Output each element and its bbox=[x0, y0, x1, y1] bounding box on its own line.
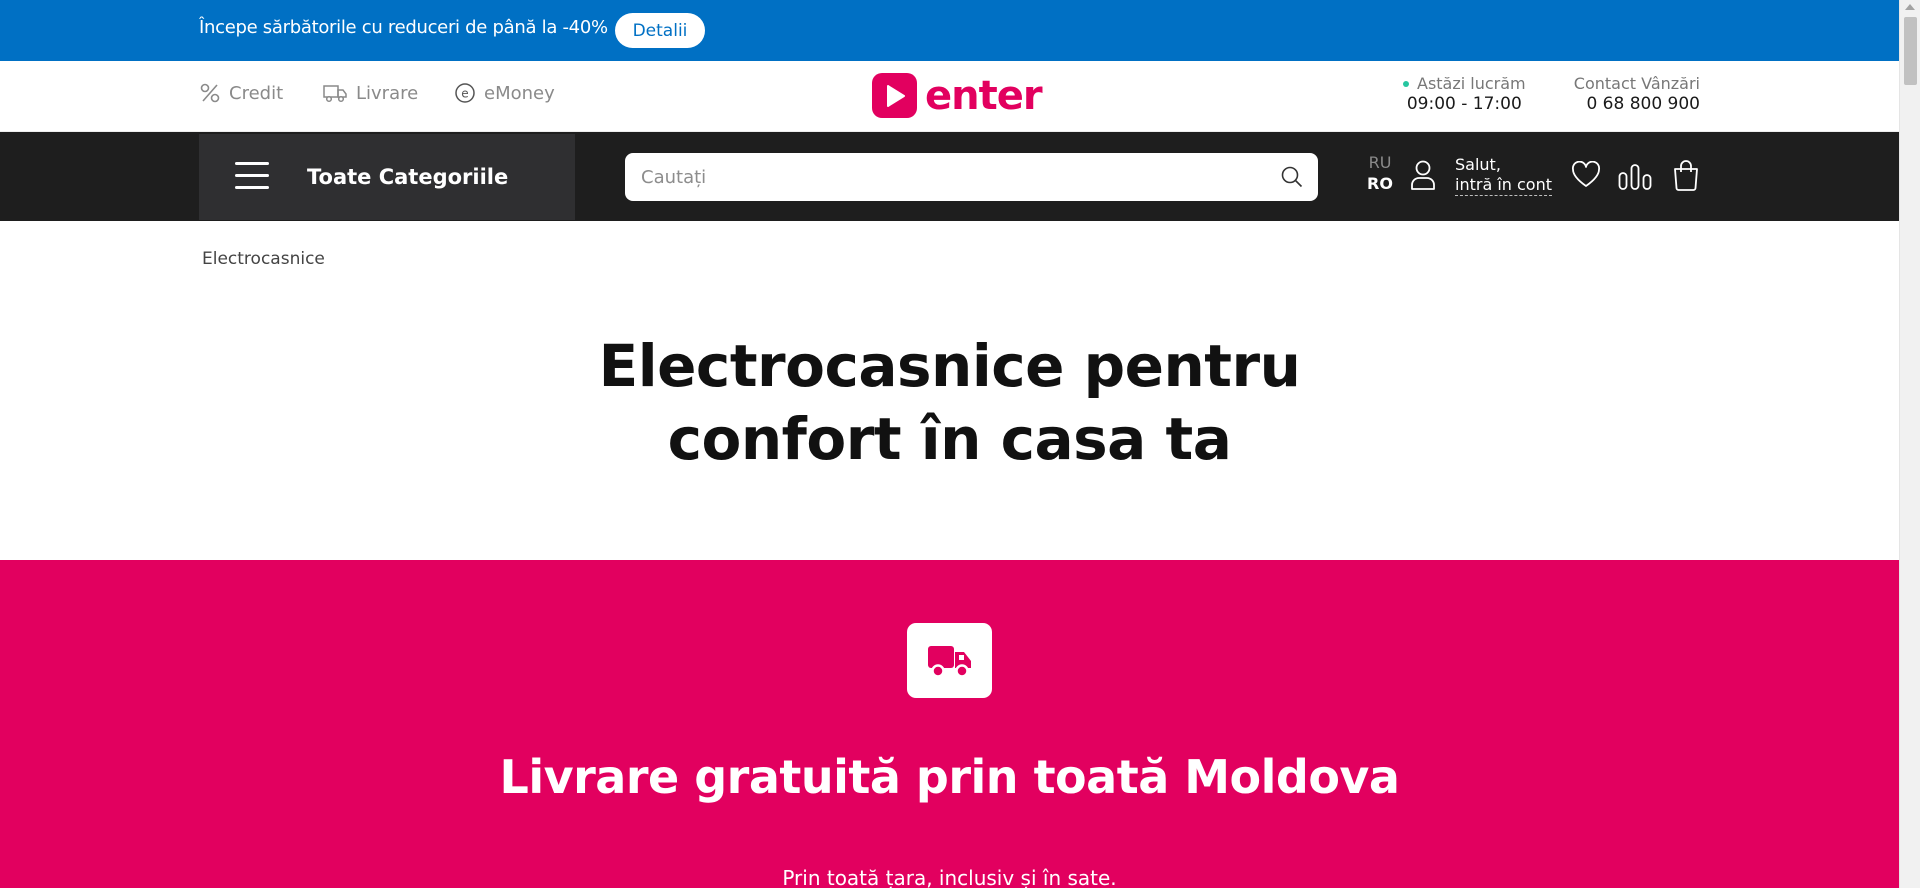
page-title: Electrocasnice pentru confort în casa ta bbox=[0, 330, 1899, 476]
hours-value: 09:00 - 17:00 bbox=[1406, 94, 1522, 114]
logo-text: enter bbox=[925, 72, 1043, 119]
emoney-label: eMoney bbox=[484, 82, 555, 104]
scroll-up-arrow-icon[interactable] bbox=[1905, 4, 1915, 10]
enter-logo[interactable]: enter bbox=[872, 72, 1043, 119]
truck-icon bbox=[323, 85, 347, 103]
page: Începe sărbătorile cu reduceri de până l… bbox=[0, 0, 1899, 888]
scroll-thumb[interactable] bbox=[1904, 17, 1917, 85]
user-icon[interactable] bbox=[1409, 159, 1437, 191]
percent-icon bbox=[200, 83, 220, 103]
credit-link[interactable]: Credit bbox=[199, 82, 283, 104]
lang-ro[interactable]: RO bbox=[1367, 174, 1393, 193]
main-navbar: Toate Categoriile RU RO Salut, intră în … bbox=[0, 132, 1899, 221]
sales-contact: Contact Vânzări 0 68 800 900 bbox=[1574, 74, 1700, 114]
page-scrollbar[interactable] bbox=[1899, 0, 1920, 888]
cart-icon[interactable] bbox=[1672, 159, 1700, 191]
credit-label: Credit bbox=[229, 82, 284, 104]
status-dot-icon bbox=[1403, 80, 1409, 87]
hamburger-menu-icon bbox=[235, 162, 269, 192]
contact-label: Contact Vânzări bbox=[1573, 74, 1700, 93]
compare-icon[interactable] bbox=[1618, 163, 1652, 191]
contact-phone[interactable]: 0 68 800 900 bbox=[1574, 94, 1700, 114]
search-icon[interactable] bbox=[1280, 165, 1304, 189]
language-switch: RU RO bbox=[1367, 153, 1393, 193]
play-icon bbox=[872, 73, 917, 118]
all-categories-button[interactable]: Toate Categoriile bbox=[199, 134, 575, 220]
account-greeting[interactable]: Salut, intră în cont bbox=[1455, 155, 1552, 196]
hours-label: Astăzi lucrăm bbox=[1417, 74, 1526, 93]
search-input[interactable] bbox=[625, 153, 1265, 201]
greeting-text: Salut, bbox=[1455, 155, 1501, 174]
svg-text:e: e bbox=[461, 87, 468, 101]
page-title-line-1: Electrocasnice pentru bbox=[598, 332, 1301, 400]
promo-details-button[interactable]: Detalii bbox=[615, 13, 705, 48]
livrare-label: Livrare bbox=[356, 82, 419, 104]
emoney-link[interactable]: e eMoney bbox=[454, 82, 555, 104]
truck-icon bbox=[907, 623, 992, 698]
top-info-row: Credit Livrare e eMoney enter Astăzi luc… bbox=[0, 61, 1899, 132]
livrare-link[interactable]: Livrare bbox=[322, 82, 418, 104]
promo-text: Începe sărbătorile cu reduceri de până l… bbox=[199, 17, 608, 38]
free-delivery-section: Livrare gratuită prin toată Moldova Prin… bbox=[0, 560, 1899, 888]
search-box bbox=[625, 153, 1318, 201]
login-link[interactable]: intră în cont bbox=[1455, 175, 1552, 196]
free-delivery-title: Livrare gratuită prin toată Moldova bbox=[499, 750, 1400, 804]
free-delivery-subtitle: Prin toată țara, inclusiv și în sate. bbox=[782, 866, 1117, 888]
all-categories-label: Toate Categoriile bbox=[307, 165, 509, 189]
working-hours: Astăzi lucrăm 09:00 - 17:00 bbox=[1403, 74, 1526, 114]
emoney-icon: e bbox=[455, 83, 475, 103]
page-title-line-2: confort în casa ta bbox=[667, 405, 1232, 473]
breadcrumb[interactable]: Electrocasnice bbox=[202, 249, 325, 269]
promo-bar: Începe sărbătorile cu reduceri de până l… bbox=[0, 0, 1899, 61]
lang-ru[interactable]: RU bbox=[1367, 153, 1393, 172]
heart-icon[interactable] bbox=[1571, 161, 1601, 189]
